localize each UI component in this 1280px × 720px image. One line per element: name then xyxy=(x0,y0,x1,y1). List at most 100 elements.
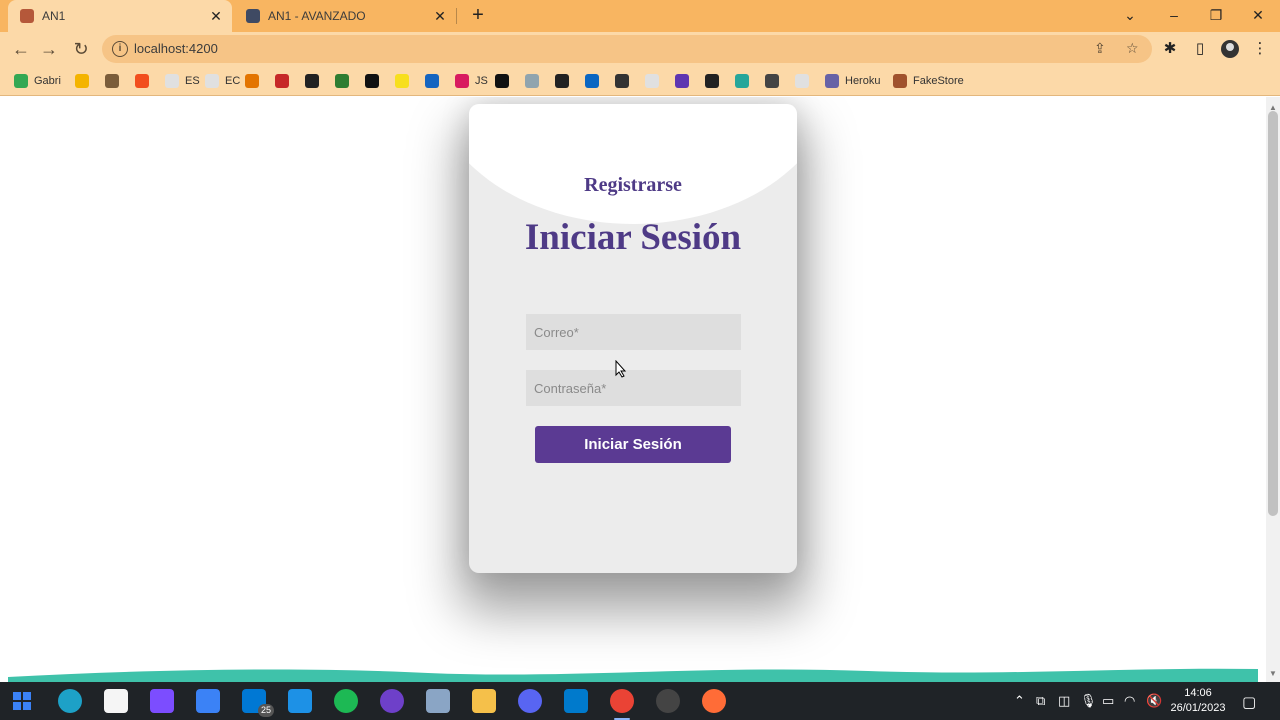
extensions-icon[interactable]: ✱ xyxy=(1160,39,1180,59)
bookmark-item[interactable]: EC xyxy=(205,73,240,89)
microphone-icon[interactable]: 🎙 xyxy=(1080,693,1097,709)
mail-icon[interactable]: 25 xyxy=(242,689,274,717)
tab-an1[interactable]: AN1 ✕ xyxy=(8,0,232,32)
close-tab-icon[interactable]: ✕ xyxy=(206,8,226,25)
bookmark-star-icon[interactable]: ☆ xyxy=(1126,40,1139,57)
tab-search-icon[interactable]: ⌄ xyxy=(1108,0,1152,32)
bookmark-item[interactable] xyxy=(395,73,415,89)
forward-icon[interactable]: → xyxy=(36,36,62,62)
bookmark-item[interactable] xyxy=(585,73,605,89)
new-tab-button[interactable]: + xyxy=(466,4,490,28)
bookmark-item[interactable]: FakeStore xyxy=(893,73,964,89)
share-icon[interactable]: ⇪ xyxy=(1094,40,1106,57)
bookmark-favicon-icon xyxy=(425,74,439,88)
login-card: Registrarse Iniciar Sesión Iniciar Sesió… xyxy=(469,104,797,573)
bookmark-item[interactable] xyxy=(495,73,515,89)
tray-app-icon[interactable]: ⧉ xyxy=(1036,693,1045,709)
bookmark-favicon-icon xyxy=(585,74,599,88)
visual-studio-icon[interactable] xyxy=(150,689,174,713)
page-viewport: Registrarse Iniciar Sesión Iniciar Sesió… xyxy=(0,97,1266,682)
scrollbar-thumb[interactable] xyxy=(1268,111,1278,516)
tab-strip: AN1 ✕ AN1 - AVANZADO ✕ + ⌄ – ❐ ✕ xyxy=(0,0,1280,32)
bookmark-item[interactable] xyxy=(305,73,325,89)
login-title: Iniciar Sesión xyxy=(524,217,742,258)
github-icon[interactable] xyxy=(380,689,404,713)
start-icon[interactable] xyxy=(10,689,34,713)
bookmark-item[interactable]: Gabri xyxy=(14,73,61,89)
bookmark-item[interactable] xyxy=(735,73,755,89)
bookmark-favicon-icon xyxy=(645,74,659,88)
bookmark-item[interactable] xyxy=(675,73,695,89)
virtualbox-icon[interactable] xyxy=(426,689,450,713)
browser-toolbar: ← → ↻ i localhost:4200 ⇪ ☆ ✱ ▯ ⋮ xyxy=(0,32,1280,66)
back-icon[interactable]: ← xyxy=(8,36,34,62)
bookmark-item[interactable] xyxy=(275,73,295,89)
bookmark-item[interactable] xyxy=(245,73,265,89)
bookmark-item[interactable] xyxy=(615,73,635,89)
bookmark-item[interactable] xyxy=(335,73,355,89)
bookmark-favicon-icon xyxy=(893,74,907,88)
windows-taskbar: ⌃ ⧉ ◫ 🎙 ▭ ◠ 🔇 14:06 26/01/2023 ▢ 25 xyxy=(0,682,1280,720)
tab-divider xyxy=(456,8,457,24)
bookmark-item[interactable] xyxy=(365,73,385,89)
card-curved-header xyxy=(469,104,797,224)
close-window-button[interactable]: ✕ xyxy=(1236,0,1280,32)
tray-chevron-icon[interactable]: ⌃ xyxy=(1014,693,1025,709)
tab-an1-avanzado[interactable]: AN1 - AVANZADO ✕ xyxy=(234,0,456,32)
login-submit-button[interactable]: Iniciar Sesión xyxy=(535,426,731,463)
bookmark-item[interactable] xyxy=(705,73,725,89)
chrome-icon[interactable] xyxy=(610,689,634,720)
address-bar[interactable]: i localhost:4200 ⇪ ☆ xyxy=(102,35,1152,63)
bookmark-item[interactable] xyxy=(645,73,665,89)
obs-icon[interactable] xyxy=(656,689,680,713)
battery-icon[interactable]: ▭ xyxy=(1102,693,1114,709)
discord-icon[interactable] xyxy=(518,689,542,713)
restore-button[interactable]: ❐ xyxy=(1194,0,1238,32)
register-link[interactable]: Registrarse xyxy=(469,174,797,197)
file-icon[interactable] xyxy=(104,689,128,713)
bookmark-favicon-icon xyxy=(365,74,379,88)
side-panel-icon[interactable]: ▯ xyxy=(1190,39,1210,59)
volume-muted-icon[interactable]: 🔇 xyxy=(1146,693,1162,709)
menu-kebab-icon[interactable]: ⋮ xyxy=(1250,39,1270,59)
notifications-icon[interactable]: ▢ xyxy=(1242,693,1256,711)
profile-avatar[interactable] xyxy=(1220,39,1240,59)
scroll-down-icon[interactable]: ▼ xyxy=(1269,669,1277,678)
docker-icon[interactable] xyxy=(288,689,312,713)
bookmark-item[interactable] xyxy=(75,73,95,89)
bookmark-item[interactable]: JS xyxy=(455,73,488,89)
bookmark-favicon-icon xyxy=(555,74,569,88)
password-field[interactable] xyxy=(526,370,741,406)
tray-camera-icon[interactable]: ◫ xyxy=(1058,693,1070,709)
email-field[interactable] xyxy=(526,314,741,350)
reload-icon[interactable]: ↻ xyxy=(68,36,94,62)
site-info-icon[interactable]: i xyxy=(112,41,128,57)
bookmark-item[interactable] xyxy=(765,73,785,89)
bookmark-item[interactable] xyxy=(105,73,125,89)
spotify-icon[interactable] xyxy=(334,689,358,713)
bookmark-item[interactable] xyxy=(135,73,155,89)
postman-icon[interactable] xyxy=(702,689,726,713)
close-tab-icon[interactable]: ✕ xyxy=(430,8,450,25)
vscode-icon[interactable] xyxy=(564,689,588,713)
bookmark-item[interactable]: ES xyxy=(165,73,200,89)
bookmark-item[interactable] xyxy=(555,73,575,89)
minimize-button[interactable]: – xyxy=(1152,0,1196,32)
page-scrollbar[interactable]: ▲ ▼ xyxy=(1266,97,1280,682)
explorer-icon[interactable] xyxy=(472,689,496,713)
bookmark-item[interactable] xyxy=(525,73,545,89)
tab-title: AN1 - AVANZADO xyxy=(268,9,366,23)
bookmark-favicon-icon xyxy=(75,74,89,88)
clock-time: 14:06 xyxy=(1184,687,1212,699)
bookmark-favicon-icon xyxy=(245,74,259,88)
edge-icon[interactable] xyxy=(58,689,82,713)
bookmark-favicon-icon xyxy=(205,74,219,88)
bookmark-item[interactable] xyxy=(795,73,815,89)
wifi-icon[interactable]: ◠ xyxy=(1124,693,1135,709)
bookmark-item[interactable] xyxy=(425,73,445,89)
bookmark-favicon-icon xyxy=(305,74,319,88)
bookmark-item[interactable]: Heroku xyxy=(825,73,880,89)
bookmark-favicon-icon xyxy=(135,74,149,88)
system-clock[interactable]: 14:06 26/01/2023 xyxy=(1166,686,1230,716)
store-icon[interactable] xyxy=(196,689,220,713)
